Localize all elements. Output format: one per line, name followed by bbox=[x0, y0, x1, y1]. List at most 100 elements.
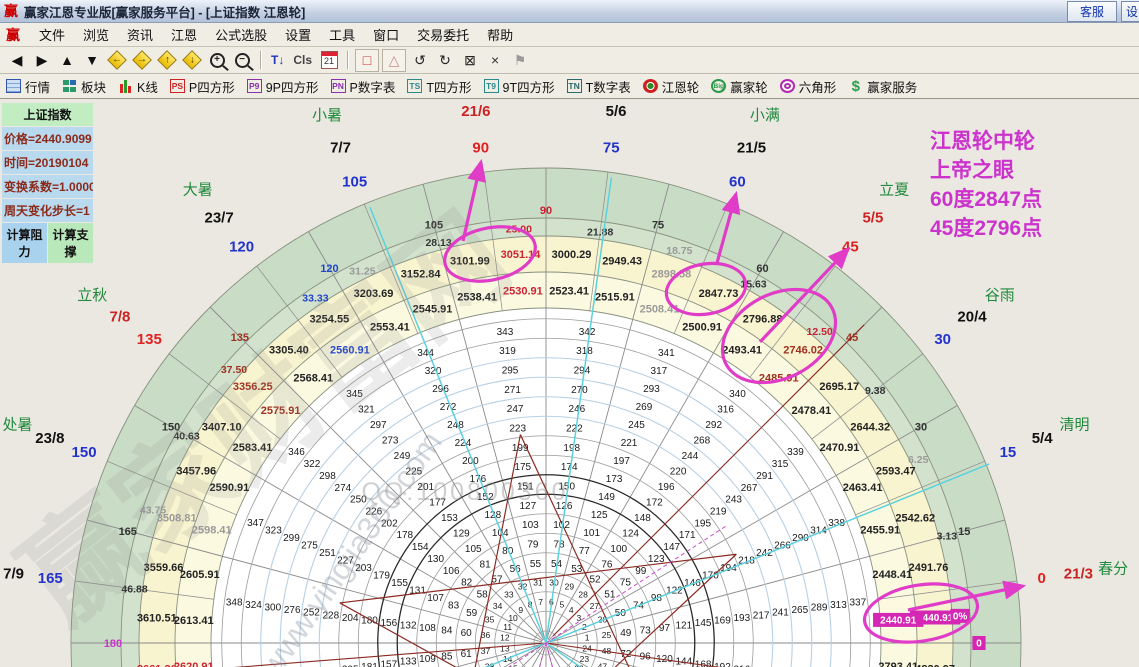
menu-item-4[interactable]: 公式选股 bbox=[206, 23, 276, 46]
calendar-tool-button[interactable]: 21 bbox=[318, 50, 340, 71]
menu-item-8[interactable]: 交易委托 bbox=[408, 23, 478, 46]
side-panel: 上证指数 价格=2440.9099 时间=20190104 变换系数=1.00000… bbox=[2, 103, 93, 263]
svg-text:2500.91: 2500.91 bbox=[682, 321, 722, 333]
svg-text:317: 317 bbox=[651, 366, 668, 377]
svg-text:129: 129 bbox=[453, 528, 470, 539]
svg-text:58: 58 bbox=[477, 590, 489, 601]
pan-down-button[interactable]: ↓ bbox=[181, 50, 203, 71]
svg-text:13: 13 bbox=[500, 643, 510, 653]
svg-text:347: 347 bbox=[247, 518, 264, 529]
svg-text:83: 83 bbox=[448, 600, 460, 611]
titlebar-sliver-button[interactable]: 设 bbox=[1120, 0, 1139, 22]
ribbon-item-K线[interactable]: K线 bbox=[118, 77, 158, 96]
svg-text:165: 165 bbox=[38, 570, 63, 587]
svg-text:15: 15 bbox=[958, 526, 970, 538]
menu-item-9[interactable]: 帮助 bbox=[478, 23, 522, 46]
zoom-in-button[interactable]: + bbox=[206, 50, 228, 71]
ribbon-item-赢家服务[interactable]: $ 赢家服务 bbox=[848, 77, 918, 96]
svg-text:219: 219 bbox=[710, 506, 727, 517]
ribbon-item-板块[interactable]: 板块 bbox=[62, 77, 106, 96]
svg-text:23: 23 bbox=[580, 654, 590, 664]
svg-text:5/4: 5/4 bbox=[1032, 430, 1054, 447]
ribbon-item-T四方形[interactable]: TS T四方形 bbox=[407, 77, 472, 96]
ribbon-item-T数字表[interactable]: TN T数字表 bbox=[566, 77, 631, 96]
svg-text:196: 196 bbox=[658, 482, 675, 493]
svg-text:79: 79 bbox=[527, 539, 539, 550]
pan-left-button[interactable]: ← bbox=[106, 50, 128, 71]
svg-text:341: 341 bbox=[658, 348, 675, 359]
svg-text:292: 292 bbox=[705, 420, 722, 431]
svg-text:323: 323 bbox=[265, 526, 282, 537]
ribbon-item-赢家轮[interactable]: Big 赢家轮 bbox=[711, 77, 768, 96]
axis-tool-button[interactable]: T↓ bbox=[268, 50, 287, 71]
svg-text:299: 299 bbox=[283, 533, 300, 544]
pan-up-button[interactable]: ↑ bbox=[156, 50, 178, 71]
svg-text:45: 45 bbox=[846, 332, 858, 344]
candle-icon bbox=[118, 79, 133, 93]
svg-text:241: 241 bbox=[772, 608, 789, 619]
svg-text:2620.91: 2620.91 bbox=[174, 661, 214, 667]
svg-text:75: 75 bbox=[620, 578, 632, 589]
svg-text:25: 25 bbox=[602, 630, 612, 640]
ribbon-item-六角形[interactable]: 六角形 bbox=[779, 77, 837, 96]
dollar-icon: $ bbox=[851, 77, 860, 95]
menu-items: 文件 浏览 资讯 江恩 公式选股 设置 工具 窗口 交易委托 帮助 bbox=[30, 23, 522, 46]
ribbon-label: 六角形 bbox=[798, 80, 837, 95]
rotate-cw-button[interactable]: ↻ bbox=[434, 50, 456, 71]
box-x-button[interactable]: ⊠ bbox=[459, 50, 481, 71]
svg-text:立夏: 立夏 bbox=[879, 182, 909, 199]
svg-text:2493.41: 2493.41 bbox=[722, 344, 762, 356]
rotate-ccw-button[interactable]: ↺ bbox=[409, 50, 431, 71]
menu-item-6[interactable]: 工具 bbox=[320, 23, 364, 46]
svg-text:271: 271 bbox=[504, 385, 521, 396]
svg-text:155: 155 bbox=[391, 578, 408, 589]
svg-text:132: 132 bbox=[400, 620, 417, 631]
draw-square-button[interactable]: □ bbox=[355, 48, 380, 72]
ribbon-item-P四方形[interactable]: PS P四方形 bbox=[169, 77, 235, 96]
ribbon-label: 江恩轮 bbox=[661, 80, 700, 95]
nav-forward-button[interactable]: ▶ bbox=[31, 50, 53, 71]
svg-text:148: 148 bbox=[634, 513, 651, 524]
svg-text:180: 180 bbox=[361, 615, 378, 626]
menu-item-5[interactable]: 设置 bbox=[276, 23, 320, 46]
calc-support-button[interactable]: 计算支撑 bbox=[48, 223, 93, 263]
svg-text:2949.43: 2949.43 bbox=[602, 255, 642, 267]
menu-item-2[interactable]: 资讯 bbox=[118, 23, 162, 46]
shrink-x-button[interactable]: × bbox=[484, 50, 506, 71]
svg-text:3610.51: 3610.51 bbox=[137, 612, 177, 624]
menu-bar: 赢 文件 浏览 资讯 江恩 公式选股 设置 工具 窗口 交易委托 帮助 bbox=[0, 23, 1139, 47]
svg-text:2593.47: 2593.47 bbox=[876, 465, 916, 477]
ribbon-label: 9P四方形 bbox=[265, 80, 319, 95]
zoom-out-button[interactable]: − bbox=[231, 50, 253, 71]
calc-resistance-button[interactable]: 计算阻力 bbox=[2, 223, 47, 263]
pan-right-button[interactable]: → bbox=[131, 50, 153, 71]
ribbon-item-9P四方形[interactable]: P9 9P四方形 bbox=[246, 77, 319, 96]
svg-text:21/6: 21/6 bbox=[461, 103, 490, 120]
customer-service-button[interactable]: 客服 bbox=[1066, 0, 1117, 22]
svg-text:0%: 0% bbox=[953, 611, 968, 622]
ribbon-item-9T四方形[interactable]: T9 9T四方形 bbox=[483, 77, 555, 96]
svg-text:343: 343 bbox=[497, 327, 514, 338]
svg-text:340: 340 bbox=[729, 389, 746, 400]
nav-back-button[interactable]: ◀ bbox=[6, 50, 28, 71]
menu-item-3[interactable]: 江恩 bbox=[162, 23, 206, 46]
svg-text:77: 77 bbox=[579, 546, 591, 557]
svg-text:197: 197 bbox=[613, 456, 630, 467]
svg-text:35: 35 bbox=[485, 615, 495, 625]
cursor-up-tool-button[interactable]: ▲ bbox=[56, 50, 78, 71]
cls-tool-button[interactable]: Cls bbox=[290, 50, 315, 71]
svg-text:2523.41: 2523.41 bbox=[549, 286, 589, 298]
cursor-down-tool-button[interactable]: ▼ bbox=[81, 50, 103, 71]
ribbon-item-P数字表[interactable]: PN P数字表 bbox=[330, 77, 395, 96]
svg-text:84: 84 bbox=[441, 626, 453, 637]
menu-item-1[interactable]: 浏览 bbox=[74, 23, 118, 46]
menu-logo-icon: 赢 bbox=[6, 26, 20, 43]
menu-item-7[interactable]: 窗口 bbox=[364, 23, 408, 46]
svg-text:265: 265 bbox=[791, 605, 808, 616]
menu-item-0[interactable]: 文件 bbox=[30, 23, 74, 46]
ribbon-item-行情[interactable]: 行情 bbox=[6, 77, 50, 96]
draw-triangle-button[interactable]: △ bbox=[382, 48, 407, 72]
board-flag-button[interactable]: ⚑ bbox=[509, 50, 531, 71]
ribbon-item-江恩轮[interactable]: 江恩轮 bbox=[642, 77, 700, 96]
ribbon-label: 赢家服务 bbox=[867, 80, 918, 95]
